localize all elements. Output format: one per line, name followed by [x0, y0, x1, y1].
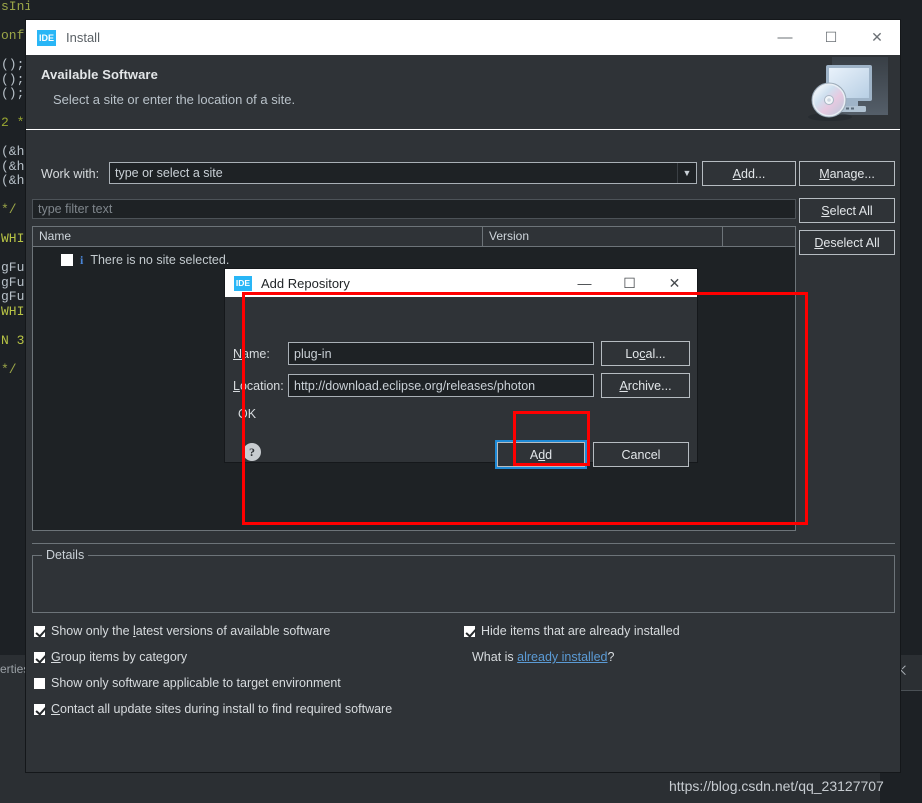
row-checkbox[interactable]	[61, 254, 73, 266]
table-header-row: Name Version	[33, 227, 795, 247]
option-latest-versions-label: Show only the latest versions of availab…	[51, 624, 331, 638]
option-target-environment-label: Show only software applicable to target …	[51, 676, 341, 690]
table-row[interactable]: i There is no site selected.	[33, 249, 795, 271]
close-button[interactable]: ✕	[652, 269, 697, 297]
option-contact-update-sites[interactable]: Contact all update sites during install …	[34, 702, 392, 716]
chevron-down-icon[interactable]: ▼	[677, 163, 696, 183]
code-line: sInit */	[1, 0, 30, 14]
option-target-environment[interactable]: Show only software applicable to target …	[34, 676, 341, 690]
option-latest-versions[interactable]: Show only the latest versions of availab…	[34, 624, 330, 638]
add-site-button[interactable]: Add...	[702, 161, 796, 186]
already-installed-prefix: What is	[472, 650, 518, 664]
option-group-by-category-label: Group items by category	[51, 650, 188, 664]
filter-input[interactable]	[32, 199, 796, 219]
details-separator	[32, 543, 895, 544]
work-with-input[interactable]	[109, 162, 697, 184]
add-repository-title: Add Repository	[261, 275, 350, 291]
install-title: Install	[66, 30, 100, 45]
row-name: There is no site selected.	[90, 253, 230, 267]
column-header-extra[interactable]	[723, 227, 795, 247]
option-group-by-category-checkbox[interactable]	[34, 651, 45, 663]
computer-cd-icon	[802, 55, 888, 127]
select-all-button-label: Select All	[821, 203, 873, 218]
screen: sInit */onf();();();2 *(&h(&h(&h*/WHIgFu…	[0, 0, 922, 803]
option-hide-installed[interactable]: Hide items that are already installed	[464, 624, 680, 638]
background-tab-label[interactable]: erties	[0, 662, 29, 676]
archive-button-label: Archive...	[619, 378, 672, 393]
install-banner: Available Software Select a site or ente…	[26, 55, 900, 130]
deselect-all-button-label: Deselect All	[814, 235, 880, 250]
option-hide-installed-checkbox[interactable]	[464, 625, 475, 637]
manage-sites-button[interactable]: Manage...	[799, 161, 895, 186]
already-installed-link[interactable]: already installed	[517, 650, 607, 664]
option-hide-installed-label: Hide items that are already installed	[481, 624, 680, 638]
local-button-label: Local...	[625, 346, 666, 361]
banner-title: Available Software	[41, 67, 158, 82]
install-window-controls: — ☐ ✕	[762, 20, 900, 55]
work-with-combo[interactable]: ▼	[109, 162, 697, 184]
repo-name-label: Name:	[233, 347, 270, 361]
work-with-label: Work with:	[41, 167, 100, 181]
repo-name-input[interactable]	[288, 342, 594, 365]
details-group-title: Details	[42, 548, 89, 562]
column-header-version[interactable]: Version	[483, 227, 723, 247]
repo-location-input[interactable]	[288, 374, 594, 397]
ide-badge-icon: IDE	[37, 29, 56, 46]
add-repository-body: Name: Local... Location: Archive... OK ?…	[225, 297, 697, 467]
deselect-all-button[interactable]: Deselect All	[799, 230, 895, 255]
archive-button[interactable]: Archive...	[601, 373, 690, 398]
repo-location-label: Location:	[233, 379, 284, 393]
maximize-button[interactable]: ☐	[808, 20, 854, 55]
add-repository-dialog: IDE Add Repository — ☐ ✕ Name: Local... …	[225, 269, 697, 467]
add-site-button-label: Add...	[732, 166, 766, 181]
manage-sites-button-label: Manage...	[819, 166, 875, 181]
add-repository-title-bar: IDE Add Repository — ☐ ✕	[225, 269, 697, 297]
maximize-button[interactable]: ☐	[607, 269, 652, 297]
watermark: https://blog.csdn.net/qq_23127707	[669, 778, 884, 794]
install-title-bar: IDE Install — ☐ ✕	[26, 20, 900, 55]
select-all-button[interactable]: Select All	[799, 198, 895, 223]
already-installed-hint: What is already installed?	[472, 650, 614, 664]
option-contact-update-sites-checkbox[interactable]	[34, 703, 45, 715]
close-button[interactable]: ✕	[854, 20, 900, 55]
repo-status-text: OK	[238, 407, 257, 421]
help-icon[interactable]: ?	[243, 443, 261, 461]
minimize-button[interactable]: —	[562, 269, 607, 297]
details-group: Details	[32, 548, 895, 613]
repo-cancel-button[interactable]: Cancel	[593, 442, 689, 467]
banner-subtitle: Select a site or enter the location of a…	[53, 92, 296, 107]
already-installed-suffix: ?	[607, 650, 615, 664]
option-group-by-category[interactable]: Group items by category	[34, 650, 187, 664]
ide-badge-icon: IDE	[234, 275, 252, 291]
minimize-button[interactable]: —	[762, 20, 808, 55]
column-header-name[interactable]: Name	[33, 227, 483, 247]
option-contact-update-sites-label: Contact all update sites during install …	[51, 702, 393, 716]
repo-add-button-label: Add	[529, 447, 553, 462]
local-button[interactable]: Local...	[601, 341, 690, 366]
repo-add-button[interactable]: Add	[497, 442, 585, 467]
add-repository-window-controls: — ☐ ✕	[562, 269, 697, 297]
option-target-environment-checkbox[interactable]	[34, 677, 45, 689]
option-latest-versions-checkbox[interactable]	[34, 625, 45, 637]
info-icon: i	[80, 252, 84, 267]
